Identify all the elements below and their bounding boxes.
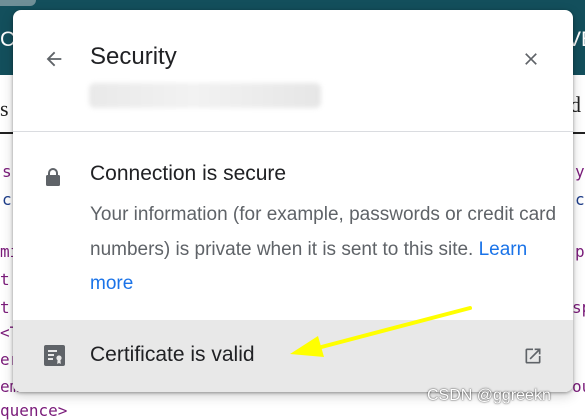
arrow-left-icon <box>46 51 62 67</box>
back-button[interactable] <box>39 44 69 74</box>
popup-title: Security <box>90 43 177 70</box>
code-fragment: y <box>575 162 585 181</box>
close-icon <box>525 53 537 65</box>
background-tab <box>0 0 36 6</box>
code-fragment: t <box>0 298 10 317</box>
watermark: CSDN @ggreekn <box>427 387 551 404</box>
code-fragment: p <box>575 242 585 261</box>
connection-description: Your information (for example, passwords… <box>90 198 560 302</box>
connection-heading: Connection is secure <box>90 162 287 185</box>
divider <box>13 131 573 132</box>
code-fragment: ou <box>572 377 585 396</box>
code-fragment: c <box>2 190 12 209</box>
certificate-label: Certificate is valid <box>90 343 255 366</box>
site-url-blurred <box>89 83 321 108</box>
certificate-row[interactable]: Certificate is valid <box>13 320 573 392</box>
code-fragment: t <box>0 270 10 289</box>
code-fragment: sp <box>572 298 585 317</box>
security-popup: Security Connection is secure Your infor… <box>13 10 573 392</box>
close-button[interactable] <box>516 44 546 74</box>
lock-icon <box>46 168 60 186</box>
certificate-icon <box>44 345 65 366</box>
open-in-new-icon[interactable] <box>523 346 543 366</box>
code-fragment: c <box>575 190 585 209</box>
code-fragment: quence> <box>0 401 68 420</box>
code-fragment: s <box>2 162 12 181</box>
